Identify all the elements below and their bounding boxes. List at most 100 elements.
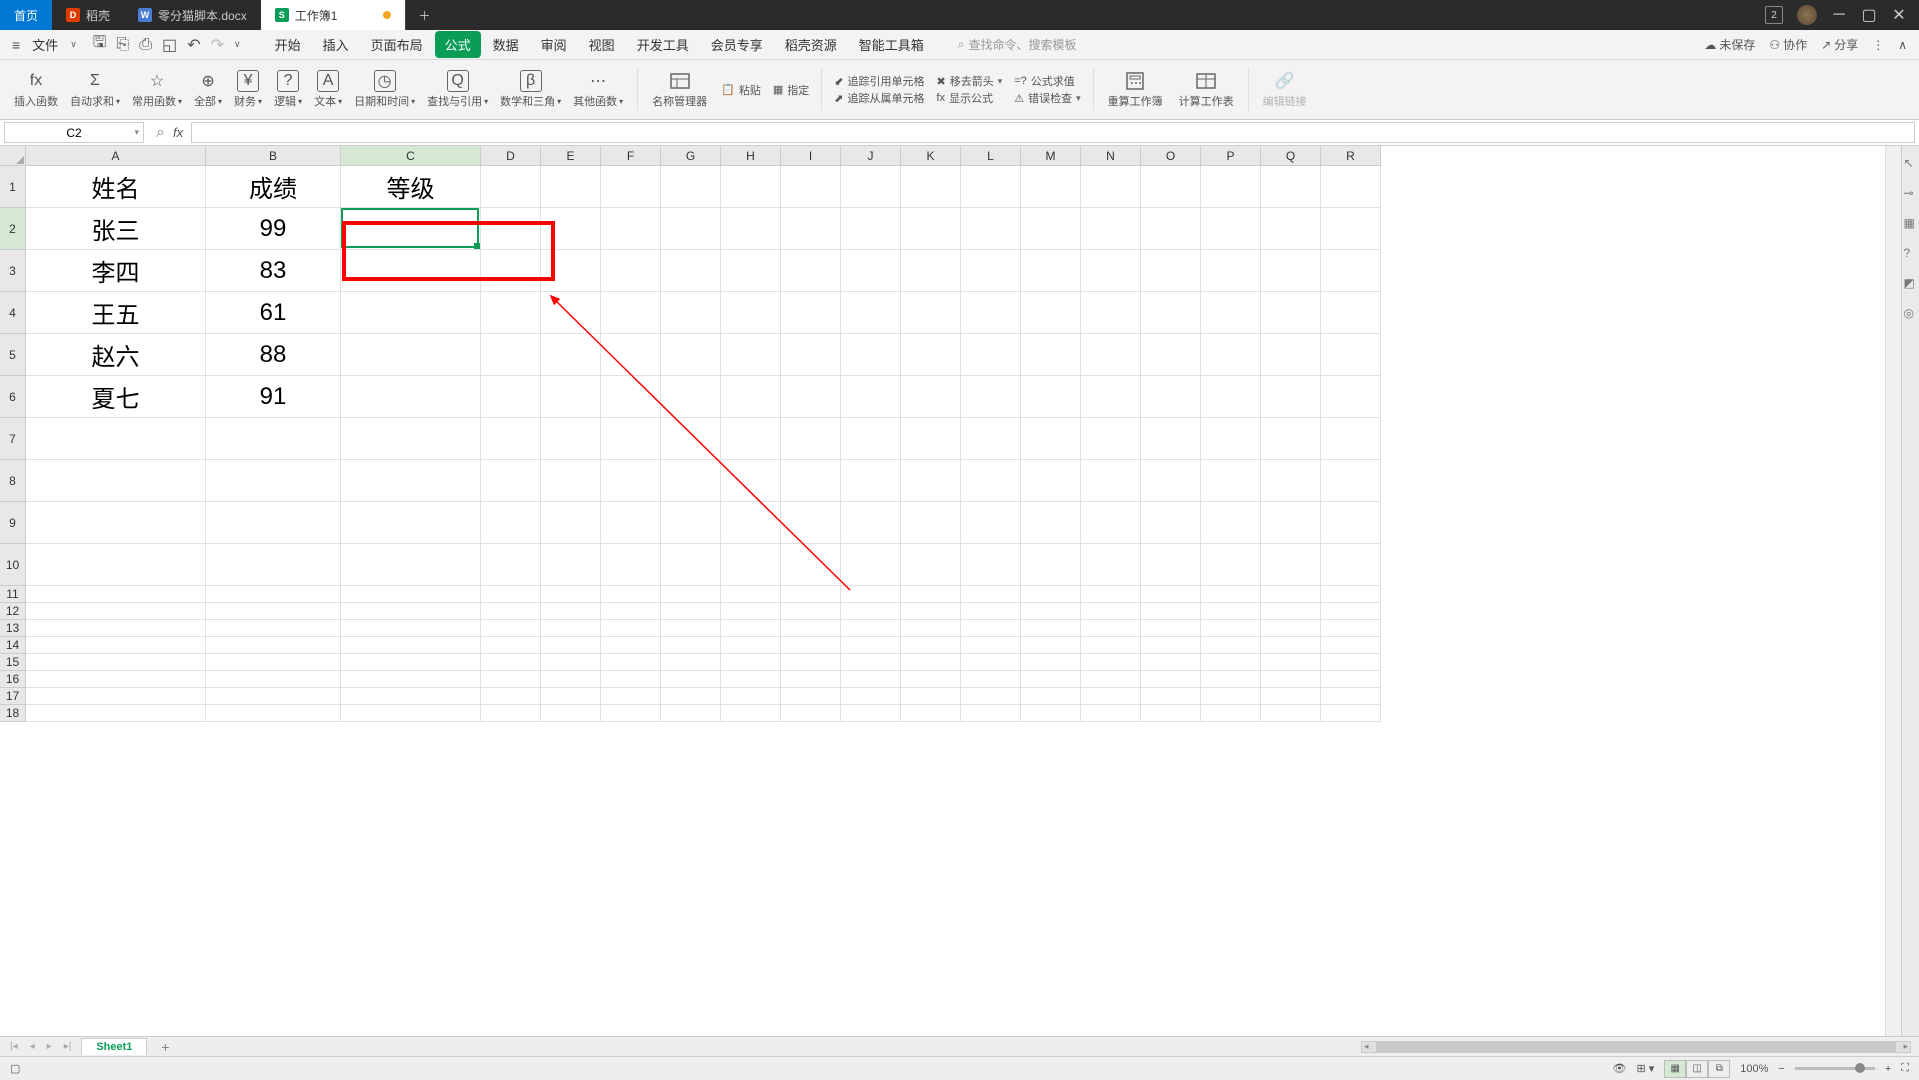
zoom-in-button[interactable]: + [1885, 1063, 1891, 1075]
cell-F16[interactable] [601, 671, 661, 688]
cell-F7[interactable] [601, 418, 661, 460]
col-header-F[interactable]: F [601, 146, 661, 166]
cell-R6[interactable] [1321, 376, 1381, 418]
cell-E12[interactable] [541, 603, 601, 620]
cell-Q14[interactable] [1261, 637, 1321, 654]
cell-P8[interactable] [1201, 460, 1261, 502]
cell-L8[interactable] [961, 460, 1021, 502]
cell-B1[interactable]: 成绩 [206, 166, 341, 208]
row-header-17[interactable]: 17 [0, 688, 26, 705]
cell-Q18[interactable] [1261, 705, 1321, 722]
cell-B16[interactable] [206, 671, 341, 688]
cell-L6[interactable] [961, 376, 1021, 418]
cell-P18[interactable] [1201, 705, 1261, 722]
cell-F8[interactable] [601, 460, 661, 502]
ribbon-文本[interactable]: A文本▾ [308, 70, 348, 109]
cell-P12[interactable] [1201, 603, 1261, 620]
cell-G3[interactable] [661, 250, 721, 292]
cell-I5[interactable] [781, 334, 841, 376]
cell-I12[interactable] [781, 603, 841, 620]
cell-M4[interactable] [1021, 292, 1081, 334]
cell-L10[interactable] [961, 544, 1021, 586]
record-icon[interactable]: ▢ [10, 1062, 20, 1075]
paste-button[interactable]: 📋粘贴 [721, 82, 761, 98]
cell-F1[interactable] [601, 166, 661, 208]
share-button[interactable]: ↗分享 [1821, 36, 1858, 53]
cell-J12[interactable] [841, 603, 901, 620]
cell-Q7[interactable] [1261, 418, 1321, 460]
col-header-J[interactable]: J [841, 146, 901, 166]
table-icon[interactable]: ▦ [1904, 216, 1918, 230]
ribbon-自动求和[interactable]: Σ自动求和▾ [64, 70, 126, 109]
cell-O6[interactable] [1141, 376, 1201, 418]
ribbon-插入函数[interactable]: fx插入函数 [8, 70, 64, 109]
cell-L13[interactable] [961, 620, 1021, 637]
cell-K15[interactable] [901, 654, 961, 671]
cell-Q6[interactable] [1261, 376, 1321, 418]
cell-C6[interactable] [341, 376, 481, 418]
cell-P3[interactable] [1201, 250, 1261, 292]
cell-Q12[interactable] [1261, 603, 1321, 620]
cell-G16[interactable] [661, 671, 721, 688]
cell-A7[interactable] [26, 418, 206, 460]
cell-M16[interactable] [1021, 671, 1081, 688]
cell-N1[interactable] [1081, 166, 1141, 208]
cell-P15[interactable] [1201, 654, 1261, 671]
cell-J4[interactable] [841, 292, 901, 334]
cell-J13[interactable] [841, 620, 901, 637]
row-header-6[interactable]: 6 [0, 376, 26, 418]
cell-C8[interactable] [341, 460, 481, 502]
name-manager-button[interactable]: 名称管理器 [646, 70, 713, 109]
cell-E14[interactable] [541, 637, 601, 654]
row-header-16[interactable]: 16 [0, 671, 26, 688]
cell-K3[interactable] [901, 250, 961, 292]
cell-M1[interactable] [1021, 166, 1081, 208]
cell-E6[interactable] [541, 376, 601, 418]
row-header-7[interactable]: 7 [0, 418, 26, 460]
col-header-M[interactable]: M [1021, 146, 1081, 166]
menu-tab-智能工具箱[interactable]: 智能工具箱 [849, 31, 934, 58]
cell-K18[interactable] [901, 705, 961, 722]
redo-icon[interactable]: ↷ [211, 35, 224, 55]
cell-D17[interactable] [481, 688, 541, 705]
cell-P9[interactable] [1201, 502, 1261, 544]
cell-E4[interactable] [541, 292, 601, 334]
cell-I3[interactable] [781, 250, 841, 292]
sheet-tab[interactable]: Sheet1 [81, 1038, 147, 1055]
cell-G6[interactable] [661, 376, 721, 418]
cell-D4[interactable] [481, 292, 541, 334]
col-header-D[interactable]: D [481, 146, 541, 166]
cell-M8[interactable] [1021, 460, 1081, 502]
cell-Q8[interactable] [1261, 460, 1321, 502]
ribbon-其他函数[interactable]: ⋯其他函数▾ [567, 70, 629, 109]
cell-N5[interactable] [1081, 334, 1141, 376]
cell-R8[interactable] [1321, 460, 1381, 502]
cell-B10[interactable] [206, 544, 341, 586]
cell-O17[interactable] [1141, 688, 1201, 705]
cell-M14[interactable] [1021, 637, 1081, 654]
col-header-P[interactable]: P [1201, 146, 1261, 166]
cell-K1[interactable] [901, 166, 961, 208]
cell-K5[interactable] [901, 334, 961, 376]
cell-H16[interactable] [721, 671, 781, 688]
cell-R2[interactable] [1321, 208, 1381, 250]
cell-E5[interactable] [541, 334, 601, 376]
unsaved-indicator[interactable]: ☁未保存 [1704, 36, 1755, 53]
cell-L4[interactable] [961, 292, 1021, 334]
cell-G10[interactable] [661, 544, 721, 586]
cell-O10[interactable] [1141, 544, 1201, 586]
cell-N17[interactable] [1081, 688, 1141, 705]
avatar[interactable] [1797, 5, 1817, 25]
cell-Q4[interactable] [1261, 292, 1321, 334]
ribbon-财务[interactable]: ¥财务▾ [228, 70, 268, 109]
cell-A17[interactable] [26, 688, 206, 705]
cell-N11[interactable] [1081, 586, 1141, 603]
cell-H12[interactable] [721, 603, 781, 620]
add-sheet-button[interactable]: + [155, 1039, 175, 1055]
cell-N13[interactable] [1081, 620, 1141, 637]
show-formulas-button[interactable]: fx显示公式 [936, 90, 1002, 106]
cell-I10[interactable] [781, 544, 841, 586]
cell-D18[interactable] [481, 705, 541, 722]
cell-F2[interactable] [601, 208, 661, 250]
cell-R18[interactable] [1321, 705, 1381, 722]
